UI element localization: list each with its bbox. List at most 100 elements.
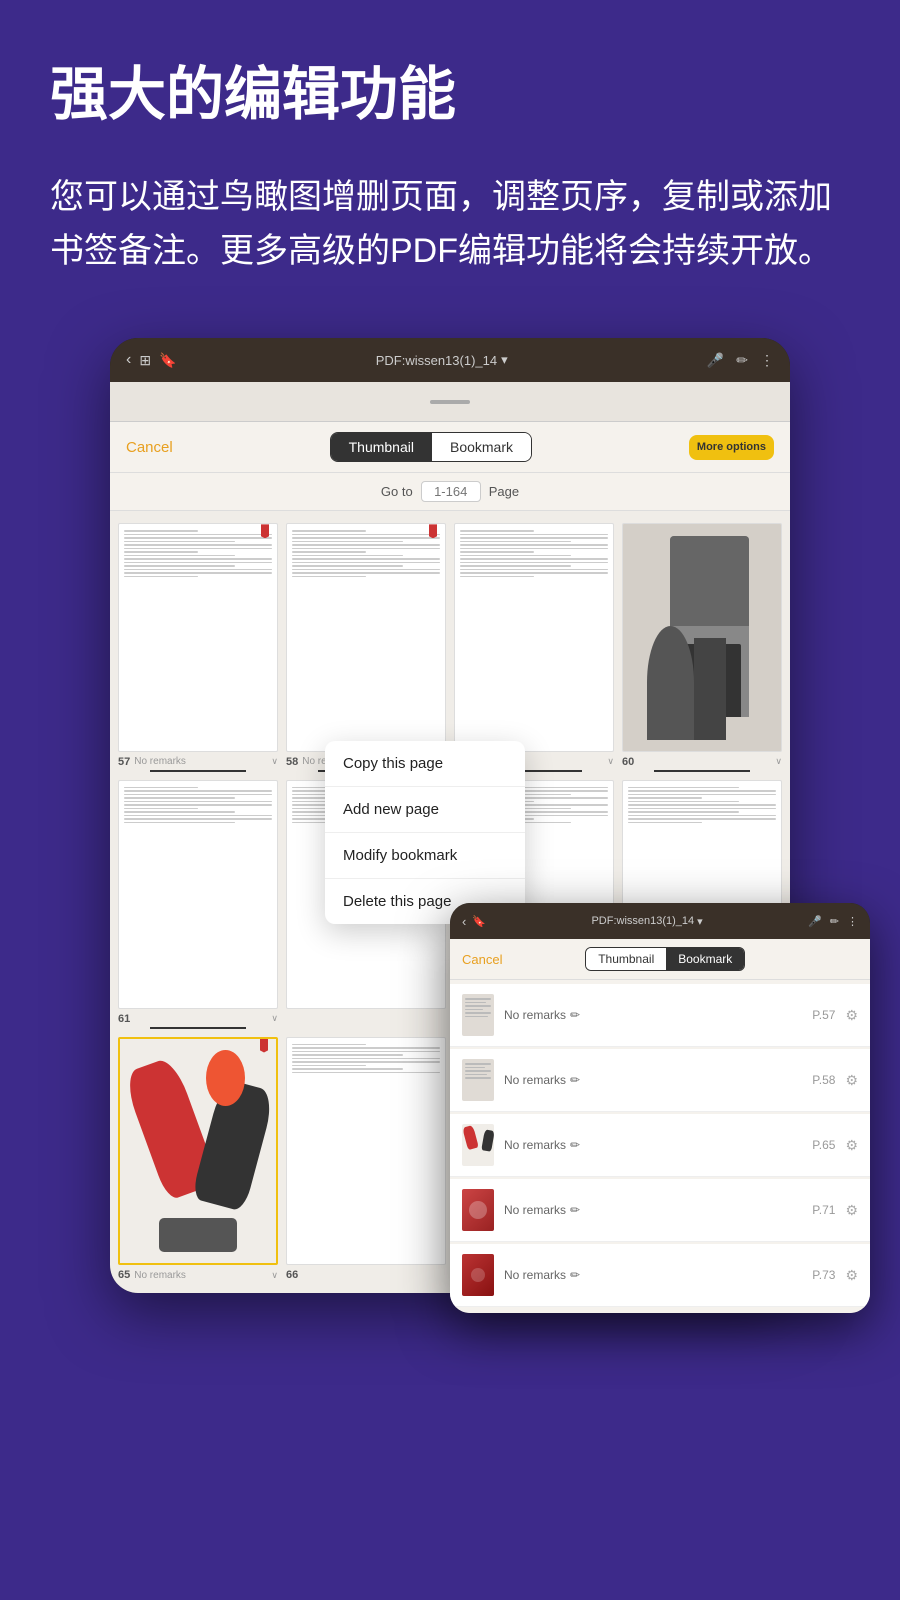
thumb-chevron-61[interactable]: ∨ [271,1013,278,1024]
thumb-label-row-57: 57 No remarks ∨ [118,756,278,768]
bookmark-item-65[interactable]: No remarks ✏ P.65 ⚙ [450,1114,870,1177]
thumb-chevron-60[interactable]: ∨ [775,756,782,767]
goto-input[interactable] [421,481,481,502]
hero-title: 强大的编辑功能 [50,60,850,130]
bookmark-item-73[interactable]: No remarks ✏ P.73 ⚙ [450,1244,870,1307]
thumb-label-row-66: 66 [286,1269,446,1281]
edit-icon-58: ✏ [570,1073,580,1087]
thumb-chevron-57[interactable]: ∨ [271,756,278,767]
thumb-remark-65: No remarks [134,1270,186,1281]
context-menu-add[interactable]: Add new page [325,787,525,833]
thumb-item-61[interactable]: 61 ∨ [118,780,278,1029]
bookmark-gear-57[interactable]: ⚙ [845,1007,858,1024]
thumb-pagenum-60: 60 [622,756,634,768]
tab-thumbnail[interactable]: Thumbnail [331,433,432,461]
thumb-pagenum-61: 61 [118,1013,130,1025]
context-menu-modify-bookmark[interactable]: Modify bookmark [325,833,525,879]
toolbar-handle [430,400,470,404]
bookmark-info-58: No remarks ✏ [504,1073,802,1087]
device-container: ‹ ⊞ 🔖 PDF:wissen13(1)_14 ▾ 🎤 ✏ ⋮ [0,318,900,1353]
secondary-content: Cancel Thumbnail Bookmark [450,939,870,1313]
thumb-page-61[interactable] [118,780,278,1009]
edit-icon-65: ✏ [570,1138,580,1152]
thumb-page-66[interactable] [286,1037,446,1266]
thumb-item-60[interactable]: 60 ∨ [622,523,782,772]
edit-icon-71: ✏ [570,1203,580,1217]
thumb-underline-57 [150,770,246,772]
context-menu: Copy this page Add new page Modify bookm… [325,741,525,924]
bookmark-item-71[interactable]: No remarks ✏ P.71 ⚙ [450,1179,870,1242]
bookmark-item-58[interactable]: No remarks ✏ P.58 ⚙ [450,1049,870,1112]
context-menu-copy[interactable]: Copy this page [325,741,525,787]
secondary-cancel-button[interactable]: Cancel [462,952,502,967]
thumb-pagenum-57: 57 [118,756,130,768]
bookmark-list: No remarks ✏ P.57 ⚙ [450,980,870,1313]
bookmark-gear-65[interactable]: ⚙ [845,1137,858,1154]
tab-group: Thumbnail Bookmark [330,432,532,462]
thumb-pagenum-65: 65 [118,1269,130,1281]
statusbar-right: 🎤 ✏ ⋮ [707,352,774,369]
hero-description: 您可以通过鸟瞰图增删页面，调整页序，复制或添加书签备注。更多高级的PDF编辑功能… [50,170,850,279]
thumb-chevron-65[interactable]: ∨ [271,1270,278,1281]
bookmark-remark-57: No remarks ✏ [504,1008,802,1022]
bookmark-thumb-57 [462,994,494,1036]
thumb-chevron-59[interactable]: ∨ [607,756,614,767]
thumb-bookmark-57 [261,524,269,538]
thumb-page-60[interactable] [622,523,782,752]
thumb-item-59[interactable]: 59 ∨ [454,523,614,772]
thumb-remark-57: No remarks [134,756,186,767]
tab-bookmark[interactable]: Bookmark [432,433,531,461]
mic-icon[interactable]: 🎤 [707,352,724,369]
bookmark-thumb-71 [462,1189,494,1231]
bookmark-remark-65: No remarks ✏ [504,1138,802,1152]
secondary-tab-group: Thumbnail Bookmark [585,947,745,971]
pen-icon[interactable]: ✏ [736,352,748,369]
bookmark-thumb-58 [462,1059,494,1101]
thumb-page-65[interactable] [118,1037,278,1266]
bookmark-remark-71: No remarks ✏ [504,1203,802,1217]
cancel-button[interactable]: Cancel [126,439,173,456]
goto-label-before: Go to [381,484,413,499]
secondary-tab-bookmark[interactable]: Bookmark [666,948,744,970]
edit-icon-57: ✏ [570,1008,580,1022]
secondary-tab-thumbnail[interactable]: Thumbnail [586,948,666,970]
bookmark-gear-58[interactable]: ⚙ [845,1072,858,1089]
thumb-item-58[interactable]: 58 No remarks ∨ [286,523,446,772]
thumb-page-58[interactable] [286,523,446,752]
thumb-pagenum-66: 66 [286,1269,298,1281]
bookmark-thumb-73 [462,1254,494,1296]
secondary-doc-title: PDF:wissen13(1)_14 [591,915,694,927]
back-icon[interactable]: ‹ [126,351,131,369]
thumb-label-row-61: 61 ∨ [118,1013,278,1025]
tablet-statusbar: ‹ ⊞ 🔖 PDF:wissen13(1)_14 ▾ 🎤 ✏ ⋮ [110,338,790,382]
bookmark-item-57[interactable]: No remarks ✏ P.57 ⚙ [450,984,870,1047]
doc-title: PDF:wissen13(1)_14 [376,353,497,368]
more-options-button[interactable]: More options [689,435,774,460]
bookmark-info-57: No remarks ✏ [504,1008,802,1022]
thumb-page-57[interactable] [118,523,278,752]
thumb-item-57[interactable]: 57 No remarks ∨ [118,523,278,772]
thumb-label-row-65: 65 No remarks ∨ [118,1269,278,1281]
more-icon[interactable]: ⋮ [760,352,774,369]
thumb-bookmark-65 [260,1039,268,1053]
goto-row: Go to Page [110,473,790,511]
bookmark-page-65: P.65 [812,1138,835,1152]
thumb-item-65[interactable]: 65 No remarks ∨ [118,1037,278,1282]
thumb-item-66[interactable]: 66 [286,1037,446,1282]
tablet-secondary: ‹ 🔖 PDF:wissen13(1)_14 ▾ 🎤 ✏ ⋮ Cancel [450,903,870,1313]
bookmark-gear-73[interactable]: ⚙ [845,1267,858,1284]
bookmark-icon[interactable]: 🔖 [159,352,176,369]
grid-icon[interactable]: ⊞ [139,352,151,369]
bookmark-info-71: No remarks ✏ [504,1203,802,1217]
bookmark-thumb-65 [462,1124,494,1166]
statusbar-left: ‹ ⊞ 🔖 [126,351,177,369]
thumb-underline-60 [654,770,750,772]
thumb-page-59[interactable] [454,523,614,752]
toolbar-row [110,382,790,422]
thumb-underline-61 [150,1027,246,1029]
bookmark-gear-71[interactable]: ⚙ [845,1202,858,1219]
bookmark-info-65: No remarks ✏ [504,1138,802,1152]
secondary-panel-header: Cancel Thumbnail Bookmark [450,939,870,980]
thumb-bookmark-58 [429,524,437,538]
dropdown-icon[interactable]: ▾ [501,352,508,368]
